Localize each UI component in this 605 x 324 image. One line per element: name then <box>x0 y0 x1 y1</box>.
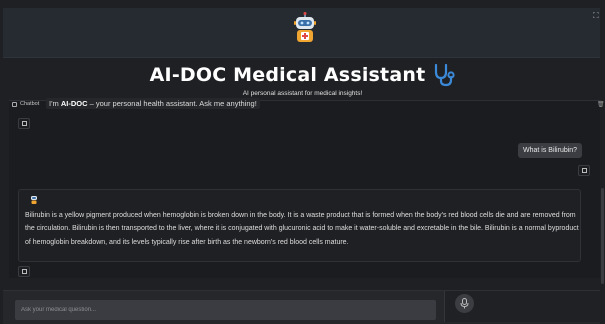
intro-brand: AI-DOC <box>60 99 88 108</box>
user-message: What is Bilirubin? <box>518 143 583 158</box>
chat-icon <box>12 101 17 107</box>
robot-icon <box>31 196 37 204</box>
chatbot-label: Chatbot <box>12 101 39 107</box>
copy-icon <box>22 121 27 126</box>
chatbot-label-text: Chatbot <box>20 101 40 107</box>
robot-doctor-icon <box>294 12 316 42</box>
send-icon <box>460 298 469 309</box>
chat-scrollbar[interactable] <box>601 188 604 284</box>
bot-message: Bilirubin is a yellow pigment produced w… <box>18 189 581 262</box>
copy-user-message-button[interactable] <box>578 165 590 176</box>
send-button[interactable] <box>455 294 474 313</box>
page-title: AI-DOC Medical Assistant <box>149 64 426 86</box>
intro-prefix: I'm <box>49 99 61 108</box>
stethoscope-icon <box>435 63 455 87</box>
copy-icon <box>22 269 27 274</box>
bot-message-text: Bilirubin is a yellow pigment produced w… <box>25 212 579 246</box>
intro-suffix: – your personal health assistant. Ask me… <box>87 99 257 108</box>
bot-intro-message: I'm AI-DOC – your personal health assist… <box>46 98 260 109</box>
question-input[interactable] <box>15 300 436 320</box>
copy-bot-message-button[interactable] <box>18 266 30 277</box>
fullscreen-icon[interactable]: ⛶ <box>593 12 601 20</box>
copy-icon <box>582 168 587 173</box>
title-row: AI-DOC Medical Assistant <box>0 60 605 90</box>
trash-icon[interactable]: 🗑 <box>597 101 605 108</box>
page-subtitle: AI personal assistant for medical insigh… <box>242 90 363 97</box>
copy-intro-button[interactable] <box>18 118 30 129</box>
